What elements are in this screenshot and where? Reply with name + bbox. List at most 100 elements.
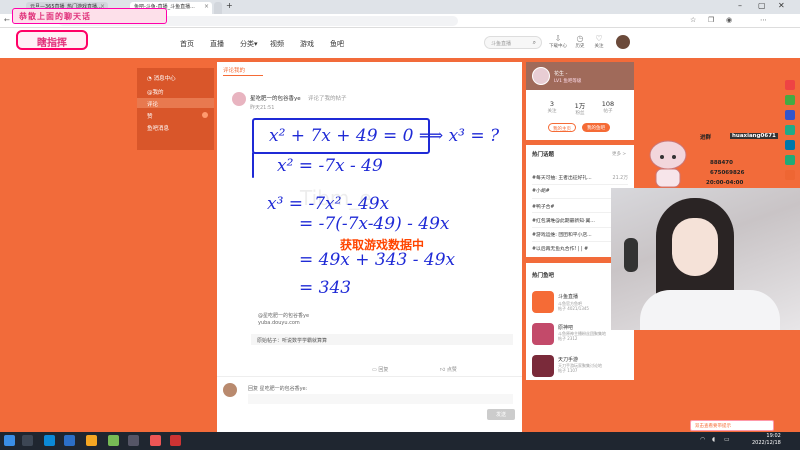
math-line-4: = -7(-7x-49) - 49x [299, 214, 450, 234]
nav-home[interactable]: 首页 [180, 39, 194, 49]
download-button[interactable]: ⇩ 下载中心 [546, 34, 570, 49]
search-icon[interactable] [22, 435, 33, 446]
sidebar-item-yuba-messages[interactable]: 鱼吧消息 [137, 122, 214, 132]
source-post[interactable]: 原始帖子：听说数学学霸就算算 [251, 334, 513, 345]
stat-following[interactable]: 3 关注 [537, 100, 567, 114]
send-button[interactable]: 发送 [487, 409, 515, 420]
handwritten-math-image: x² + 7x + 49 = 0 ⟹ x³ = ? x² = -7x - 49 … [252, 118, 500, 298]
reply-button[interactable]: ▭ 回复 [372, 366, 388, 373]
browser-tab[interactable] [214, 2, 222, 14]
app-icon[interactable] [170, 435, 181, 446]
overlay-stat: 675069826 [710, 170, 745, 176]
avatar[interactable] [232, 92, 246, 106]
forum-desc: 斗鱼官方鱼吧 帖子 4021/1345 [558, 301, 589, 311]
collections-icon[interactable]: ❐ [708, 16, 714, 24]
sidebar-item-at-me[interactable]: @我的 [137, 86, 214, 96]
game-area-watermark: 此提示区域代表游戏画面的实际位置 [235, 292, 428, 306]
stat-fans[interactable]: 1万 粉丝 [565, 100, 595, 116]
mascot-sticker [649, 140, 687, 188]
forum-icon[interactable] [532, 355, 554, 377]
app-icon[interactable] [150, 435, 161, 446]
taskbar [0, 432, 800, 450]
star-icon[interactable]: ☆ [690, 16, 696, 24]
forum-name[interactable]: 原神吧 [558, 324, 573, 331]
volume-icon[interactable]: ◖ [712, 436, 715, 443]
nav-games[interactable]: 游戏 [300, 39, 314, 49]
clock[interactable]: 19:02 2022/12/18 [752, 433, 781, 447]
unread-badge [202, 112, 208, 118]
like-button[interactable]: 👍︎ 点赞 [440, 366, 457, 373]
forum-icon[interactable] [532, 291, 554, 313]
stat-posts[interactable]: 108 帖子 [593, 100, 623, 114]
battery-icon[interactable]: ▭ [724, 436, 730, 443]
thumbs-up-icon: 👍︎ [440, 367, 447, 373]
forum-icon[interactable] [532, 323, 554, 345]
topic-item[interactable]: #每天可抽: 王者出征好礼... 21.2万 [532, 174, 628, 181]
search-input[interactable]: 斗鱼直播 ⌕ [484, 36, 542, 49]
overlay-stat: 进群 [700, 135, 712, 141]
browser-app-icon[interactable] [64, 435, 75, 446]
message-sidebar: ◔ 消息中心 @我的 评论 赞 鱼吧消息 [137, 68, 214, 150]
tab-comments-to-me[interactable]: 评论我的 [223, 66, 245, 74]
math-line-1: x² + 7x + 49 = 0 ⟹ x³ = ? [269, 126, 500, 146]
sidebar-app-icon[interactable] [785, 140, 795, 150]
avatar[interactable] [532, 67, 550, 85]
maximize-icon[interactable]: ▢ [758, 1, 766, 10]
sidebar-app-icon[interactable] [785, 80, 795, 90]
sidebar-item-likes[interactable]: 赞 [137, 110, 214, 120]
sidebar-item-comments[interactable]: 评论 [137, 98, 214, 108]
overlay-badge: 瞎指挥 [16, 30, 88, 50]
reply-target: 回复 星吃肥一的包谷香ye: [248, 386, 308, 392]
close-tab-icon[interactable]: × [204, 3, 209, 10]
minimize-icon[interactable]: – [738, 1, 742, 10]
notice-popup[interactable]: 双击查看要带提示 [690, 420, 774, 431]
profile-name[interactable]: 花生 - [554, 70, 567, 77]
streamer-face [672, 218, 718, 276]
overlay-stat: 20:00-04:00 [706, 180, 744, 186]
app-icon[interactable] [108, 435, 119, 446]
history-icon: ◷ [576, 34, 584, 43]
profile-icon[interactable]: ◉ [726, 16, 732, 24]
download-icon: ⇩ [554, 34, 562, 43]
post-action-text: 评论了我的帖子 [308, 96, 347, 102]
app-icon[interactable] [86, 435, 97, 446]
sidebar-app-icon[interactable] [785, 110, 795, 120]
nav-video[interactable]: 视频 [270, 39, 284, 49]
network-icon[interactable]: ◠ [700, 436, 705, 443]
streamer-shirt [640, 290, 780, 330]
sidebar-app-icon[interactable] [785, 170, 795, 180]
sidebar-item-message-center[interactable]: ◔ 消息中心 [137, 72, 214, 82]
more-link[interactable]: 更多 > [612, 151, 626, 157]
forum-desc: 天刀手游玩家聚集讨论地 帖子 1107 [558, 363, 602, 373]
forum-name[interactable]: 斗鱼直播 [558, 293, 578, 300]
close-window-icon[interactable]: ✕ [778, 1, 785, 10]
active-tab-indicator [223, 75, 263, 76]
edge-icon[interactable] [44, 435, 55, 446]
math-line-2: x² = -7x - 49 [277, 156, 383, 176]
post-author[interactable]: 星吃肥一的包谷香ye [250, 94, 301, 102]
windows-start-icon[interactable] [4, 435, 15, 446]
sidebar-app-icon[interactable] [785, 95, 795, 105]
nav-live[interactable]: 直播 [210, 39, 224, 49]
reply-input[interactable] [248, 394, 513, 404]
avatar [223, 383, 237, 397]
post-time: 昨天21:51 [250, 105, 275, 111]
follow-icon: ♡ [595, 34, 603, 43]
overlay-stat: huaxiang0671 [730, 133, 778, 139]
sidebar-app-icon[interactable] [785, 155, 795, 165]
sidebar-app-icon[interactable] [785, 125, 795, 135]
new-tab-icon[interactable]: + [226, 1, 233, 10]
nav-yuba[interactable]: 鱼吧 [330, 39, 344, 49]
app-icon[interactable] [128, 435, 139, 446]
forum-name[interactable]: 天刀手游 [558, 356, 578, 363]
search-icon[interactable]: ⌕ [533, 39, 536, 47]
follow-button[interactable]: ♡ 关注 [590, 34, 608, 49]
history-button[interactable]: ◷ 历史 [568, 34, 592, 49]
loading-watermark: 获取游戏数据中 [340, 238, 425, 252]
my-homepage-button[interactable]: 我的主页 [548, 123, 576, 132]
menu-icon[interactable]: ⋯ [760, 16, 767, 24]
back-icon[interactable]: ← [4, 16, 10, 24]
my-yuba-button[interactable]: 我的鱼吧 [582, 123, 610, 132]
nav-category[interactable]: 分类▾ [240, 39, 258, 49]
user-avatar[interactable] [616, 35, 630, 49]
